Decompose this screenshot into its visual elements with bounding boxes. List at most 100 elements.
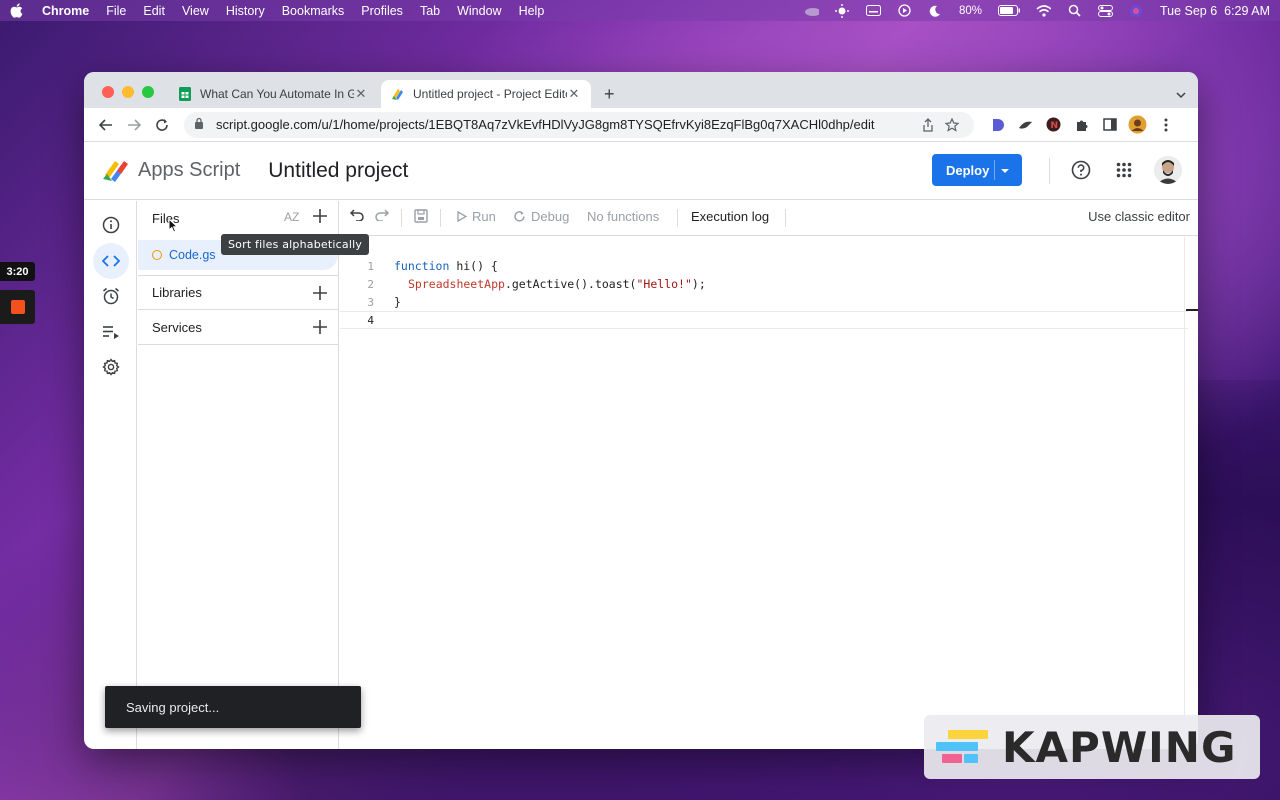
lock-icon[interactable] (194, 117, 206, 132)
services-section[interactable]: Services (138, 310, 338, 345)
address-bar[interactable]: script.google.com/u/1/home/projects/1EBQ… (184, 111, 974, 138)
moon-icon[interactable] (928, 5, 943, 17)
share-icon[interactable] (916, 117, 940, 132)
help-icon[interactable] (1070, 159, 1092, 181)
reload-icon[interactable] (148, 111, 176, 139)
menubar-clock[interactable]: Tue Sep 6 6:29 AM (1160, 4, 1270, 18)
apps-script-header: Apps Script Untitled project Deploy (84, 142, 1198, 200)
toolbar-divider (785, 209, 786, 227)
deploy-button[interactable]: Deploy (932, 154, 1022, 186)
header-divider (1049, 158, 1050, 184)
minimize-window-button[interactable] (122, 86, 134, 98)
deploy-dropdown-icon[interactable] (1000, 164, 1010, 179)
project-title[interactable]: Untitled project (268, 159, 408, 183)
overview-info-icon[interactable] (93, 207, 129, 243)
spotlight-search-icon[interactable] (1067, 4, 1082, 17)
save-icon[interactable] (414, 209, 428, 223)
new-tab-icon[interactable]: + (604, 84, 615, 105)
editor-scrollbar[interactable] (1184, 237, 1198, 749)
keyboard-icon[interactable] (865, 5, 881, 17)
code-line[interactable]: 2 SpreadsheetApp.getActive().toast("Hell… (340, 275, 1188, 293)
battery-icon[interactable] (997, 5, 1020, 17)
browser-tab-sheets[interactable]: What Can You Automate In Goo ✕ (168, 80, 378, 108)
execution-log-button[interactable]: Execution log (691, 209, 769, 224)
google-apps-grid-icon[interactable] (1113, 159, 1135, 181)
browser-toolbar: script.google.com/u/1/home/projects/1EBQ… (84, 108, 1198, 142)
add-library-icon[interactable] (313, 286, 327, 303)
close-tab-icon[interactable]: ✕ (354, 86, 368, 102)
chrome-menu-icon[interactable] (1156, 115, 1175, 134)
tab-search-chevron-icon[interactable] (1176, 86, 1186, 104)
forward-icon[interactable] (120, 111, 148, 139)
apple-icon[interactable] (10, 3, 24, 18)
close-tab-icon[interactable]: ✕ (567, 86, 581, 102)
control-center-icon[interactable] (1097, 4, 1113, 17)
kapwing-watermark: KAPWING (924, 715, 1260, 779)
code-line[interactable]: 1 function hi() { (340, 257, 1188, 275)
toolbar-divider (440, 209, 441, 227)
apps-script-icon (391, 87, 405, 101)
debug-button[interactable]: Debug (513, 209, 569, 224)
triggers-alarm-icon[interactable] (93, 278, 129, 314)
toolbar-divider (401, 209, 402, 227)
sort-alphabetically-icon[interactable]: AZ (284, 210, 299, 224)
kapwing-wordmark: KAPWING (1002, 722, 1237, 772)
siri-icon[interactable] (1129, 4, 1144, 17)
bookmark-star-icon[interactable] (940, 117, 964, 132)
menu-file[interactable]: File (106, 4, 126, 18)
account-avatar[interactable] (1154, 156, 1182, 184)
menu-app-name[interactable]: Chrome (42, 4, 89, 18)
extension-n-icon[interactable]: N (1044, 115, 1063, 134)
code-text: } (394, 295, 401, 309)
menu-profiles[interactable]: Profiles (361, 4, 403, 18)
sort-files-tooltip: Sort files alphabetically (221, 234, 370, 255)
left-nav-rail (84, 201, 137, 749)
play-circle-icon[interactable] (897, 4, 912, 17)
executions-list-icon[interactable] (93, 314, 129, 350)
back-icon[interactable] (92, 111, 120, 139)
code-line-current[interactable]: 4 (340, 311, 1188, 329)
use-classic-editor-button[interactable]: Use classic editor (1088, 209, 1190, 224)
profile-avatar-icon[interactable] (1128, 115, 1147, 134)
brightness-icon[interactable] (835, 3, 850, 18)
add-file-icon[interactable] (313, 209, 327, 226)
side-panel-icon[interactable] (1100, 115, 1119, 134)
function-select[interactable]: No functions (587, 209, 659, 224)
menu-help[interactable]: Help (519, 4, 545, 18)
menu-tab[interactable]: Tab (420, 4, 440, 18)
extension-bird-icon[interactable] (1016, 115, 1035, 134)
browser-tab-project-editor[interactable]: Untitled project - Project Editor ✕ (381, 80, 591, 108)
extensions-puzzle-icon[interactable] (1072, 115, 1091, 134)
menu-window[interactable]: Window (457, 4, 501, 18)
menu-edit[interactable]: Edit (143, 4, 165, 18)
zoom-window-button[interactable] (142, 86, 154, 98)
extension-d-icon[interactable] (988, 115, 1007, 134)
kapwing-logo-icon (936, 728, 990, 766)
menu-history[interactable]: History (226, 4, 265, 18)
line-number: 2 (367, 277, 374, 291)
redo-icon[interactable] (375, 209, 389, 221)
close-window-button[interactable] (102, 86, 114, 98)
project-settings-gear-icon[interactable] (93, 349, 129, 385)
stop-recording-button[interactable] (0, 290, 35, 324)
cloud-icon[interactable] (804, 5, 819, 17)
apps-script-brand[interactable]: Apps Script (138, 159, 240, 182)
saving-snackbar: Saving project... (105, 686, 361, 728)
code-line[interactable]: 3 } (340, 293, 1188, 311)
undo-icon[interactable] (350, 209, 364, 221)
run-button[interactable]: Run (457, 209, 496, 224)
editor-code-icon[interactable] (93, 243, 129, 279)
svg-text:N: N (1051, 121, 1059, 131)
line-number: 4 (367, 313, 374, 327)
stop-icon (10, 300, 25, 314)
deploy-label: Deploy (946, 162, 990, 178)
wifi-icon[interactable] (1036, 4, 1051, 17)
apps-script-logo-icon[interactable] (102, 157, 134, 185)
code-editor[interactable]: 1 function hi() { 2 SpreadsheetApp.getAc… (340, 237, 1188, 749)
libraries-section[interactable]: Libraries (138, 275, 338, 310)
menu-bookmarks[interactable]: Bookmarks (282, 4, 345, 18)
add-service-icon[interactable] (313, 320, 327, 337)
macos-menubar: Chrome File Edit View History Bookmarks … (0, 0, 1280, 21)
libraries-label: Libraries (152, 285, 202, 300)
menu-view[interactable]: View (182, 4, 209, 18)
